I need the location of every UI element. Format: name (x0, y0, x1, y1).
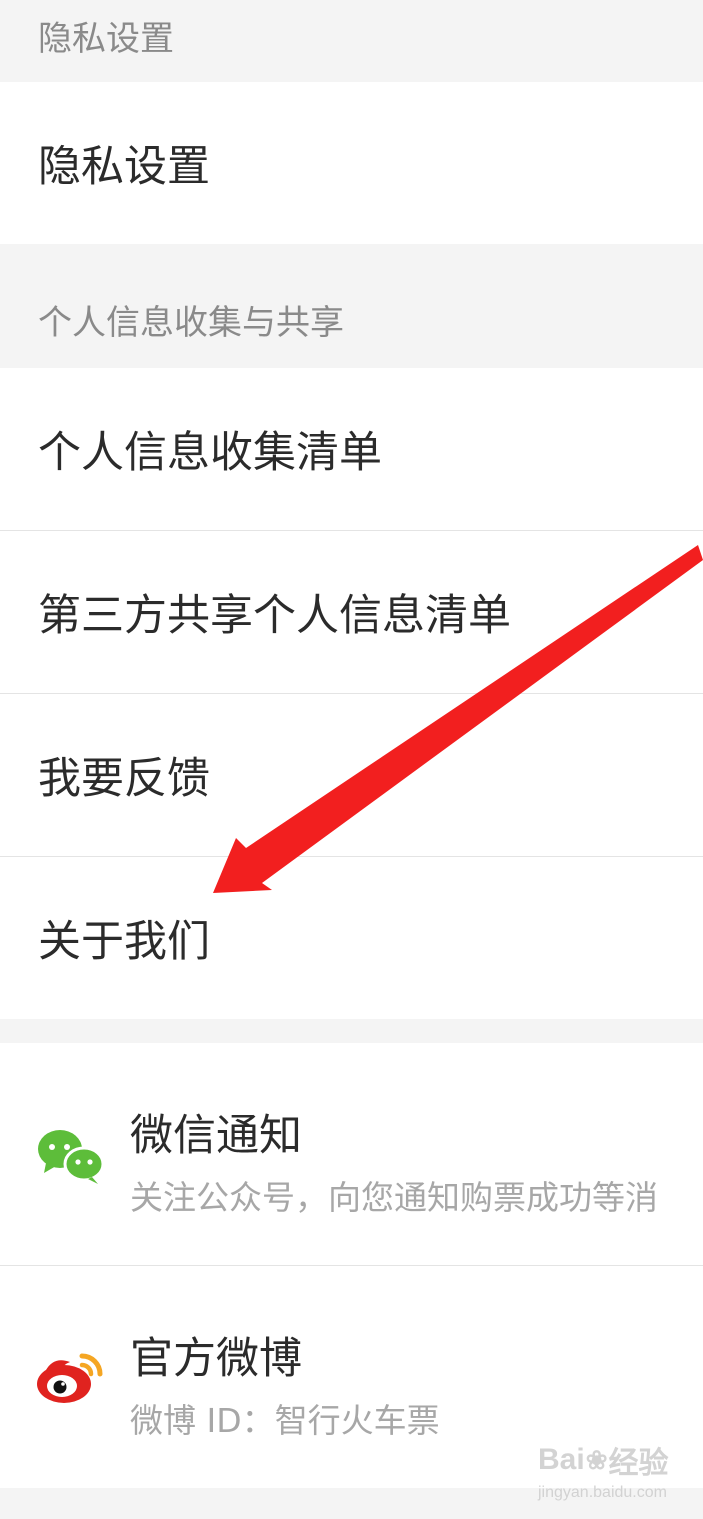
menu-item-privacy-settings[interactable]: 隐私设置 (0, 82, 703, 244)
menu-item-feedback[interactable]: 我要反馈 (0, 694, 703, 856)
menu-item-third-party-sharing-list[interactable]: 第三方共享个人信息清单 (0, 531, 703, 693)
menu-item-about-us-label: 关于我们 (38, 917, 210, 967)
watermark-logo-left: Bai (538, 1443, 585, 1476)
section-header-personal-info: 个人信息收集与共享 (0, 244, 703, 368)
wechat-notification-row[interactable]: 微信通知 关注公众号，向您通知购票成功等消 (0, 1043, 703, 1265)
watermark-logo-right: 经验 (608, 1447, 669, 1480)
baidu-logo: Bai ❀ 经验 (538, 1438, 688, 1482)
section-header-personal-info-label: 个人信息收集与共享 (38, 302, 344, 343)
menu-item-feedback-label: 我要反馈 (38, 754, 210, 804)
wechat-icon (36, 1127, 106, 1189)
menu-item-info-collection-list[interactable]: 个人信息收集清单 (0, 368, 703, 530)
section-header-privacy-label: 隐私设置 (38, 18, 174, 59)
section-header-privacy: 隐私设置 (0, 0, 703, 82)
wechat-notification-title: 微信通知 (130, 1111, 302, 1161)
menu-item-info-collection-list-label: 个人信息收集清单 (38, 428, 382, 478)
paw-icon: ❀ (585, 1444, 608, 1475)
weibo-title: 官方微博 (130, 1334, 302, 1384)
wechat-notification-subtitle: 关注公众号，向您通知购票成功等消 (130, 1178, 658, 1217)
menu-item-about-us[interactable]: 关于我们 (0, 857, 703, 1019)
watermark-url: jingyan.baidu.com (538, 1484, 667, 1501)
menu-item-third-party-sharing-list-label: 第三方共享个人信息清单 (38, 591, 511, 641)
weibo-subtitle: 微博 ID：智行火车票 (130, 1401, 440, 1440)
weibo-icon (36, 1348, 108, 1410)
baidu-jingyan-watermark: Bai ❀ 经验 jingyan.baidu.com (538, 1438, 688, 1508)
menu-item-privacy-settings-label: 隐私设置 (38, 142, 210, 192)
